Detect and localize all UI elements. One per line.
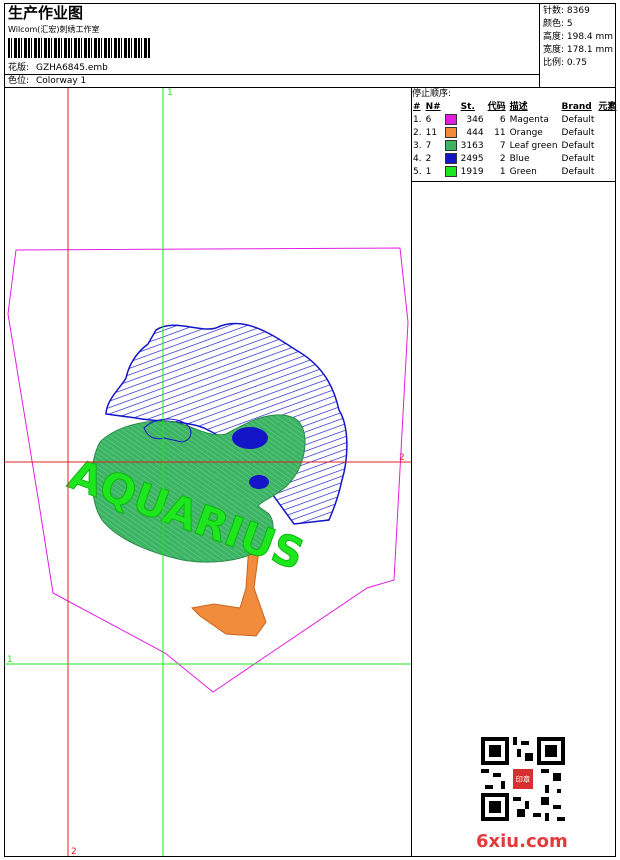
table-cell: 1: [499, 167, 506, 177]
design-width: 宽度: 178.1 mm: [543, 45, 614, 55]
table-cell: 11: [494, 128, 506, 138]
table-cell: [596, 127, 618, 140]
table-cell: 5.: [413, 167, 422, 177]
table-cell: 2: [499, 154, 506, 164]
column-header: 元素: [598, 102, 617, 112]
table-cell: Default: [561, 141, 595, 151]
color-count: 颜色: 5: [543, 19, 573, 29]
scale-ratio: 比例: 0.75: [543, 58, 587, 68]
color-swatch: [444, 140, 457, 151]
table-cell: [443, 114, 459, 127]
design-height: 高度: 198.4 mm: [543, 32, 614, 42]
table-header-row: # N# St. 代码 描述 Brand 元素: [411, 101, 618, 114]
table-cell: 1.: [413, 115, 422, 125]
table-cell: Default: [561, 128, 595, 138]
table-cell: Green: [509, 167, 537, 177]
table-cell: [596, 114, 618, 127]
table-cell: 1919: [460, 167, 484, 177]
design-filename: GZHA6845.emb: [36, 63, 108, 73]
table-row: 5. 1 1919 1 Green Default: [411, 166, 618, 179]
table-cell: Default: [561, 115, 595, 125]
table-cell: Default: [561, 167, 595, 177]
table-cell: Leaf green: [509, 141, 558, 151]
stitch-count: 针数: 8369: [543, 6, 590, 16]
table-cell: 444: [466, 128, 484, 138]
table-cell: [596, 140, 618, 153]
guide-label: 1: [7, 655, 13, 665]
table-cell: Orange: [509, 128, 543, 138]
color-swatch: [444, 153, 457, 164]
table-cell: 11: [425, 128, 438, 138]
divider: [411, 181, 616, 182]
table-cell: 3.: [413, 141, 422, 151]
color-swatch: [444, 127, 457, 138]
table-cell: [443, 153, 459, 166]
divider: [4, 74, 540, 75]
creature-eye: [249, 475, 269, 489]
table-cell: 3163: [460, 141, 484, 151]
color-swatch: [444, 166, 457, 177]
guide-label: 2: [399, 453, 405, 463]
column-header: Brand: [561, 102, 592, 112]
embroidery-drawing: AQUARIUS: [4, 88, 411, 856]
table-cell: Blue: [509, 154, 530, 164]
page-title: 生产作业图: [8, 4, 84, 22]
qr-seal: 印章: [516, 775, 530, 784]
table-cell: [596, 153, 618, 166]
table-cell: 6: [425, 115, 432, 125]
stop-sequence-label: 停止顺序:: [412, 89, 452, 99]
column-header: 代码: [487, 102, 506, 112]
table-cell: Default: [561, 154, 595, 164]
table-cell: [596, 166, 618, 179]
colorway-value: Colorway 1: [36, 76, 87, 86]
table-cell: 346: [466, 115, 484, 125]
design-label: 花版:: [8, 63, 30, 73]
stop-sequence-table: # N# St. 代码 描述 Brand 元素 1. 6 346 6 Magenta De…: [411, 101, 618, 179]
color-swatch: [444, 114, 457, 125]
guide-label: 1: [167, 88, 173, 98]
table-row: 2. 11 444 11 Orange Default: [411, 127, 618, 140]
qr-code: 印章: [481, 737, 565, 821]
barcode: [8, 38, 150, 58]
table-cell: [443, 140, 459, 153]
table-cell: 2: [425, 154, 432, 164]
divider: [411, 87, 412, 857]
column-header: #: [413, 102, 421, 112]
creature-eye: [232, 427, 268, 449]
column-header: 描述: [509, 102, 528, 112]
table-cell: 2495: [460, 154, 484, 164]
column-header: N#: [425, 102, 441, 112]
table-cell: [443, 127, 459, 140]
table-cell: 2.: [413, 128, 422, 138]
column-header: [443, 101, 459, 114]
divider: [539, 3, 540, 88]
table-row: 3. 7 3163 7 Leaf green Default: [411, 140, 618, 153]
watermark: 6xiu.com: [476, 831, 568, 852]
guide-label: 2: [71, 847, 77, 857]
table-cell: 4.: [413, 154, 422, 164]
subtitle: Wilcom(汇宏)刺绣工作室: [8, 25, 100, 34]
table-cell: 1: [425, 167, 432, 177]
column-header: St.: [460, 102, 475, 112]
table-row: 4. 2 2495 2 Blue Default: [411, 153, 618, 166]
table-cell: 6: [499, 115, 506, 125]
table-cell: [443, 166, 459, 179]
table-cell: Magenta: [509, 115, 549, 125]
colorway-label: 色位:: [8, 76, 30, 86]
table-row: 1. 6 346 6 Magenta Default: [411, 114, 618, 127]
table-cell: 7: [425, 141, 432, 151]
table-cell: 7: [499, 141, 506, 151]
